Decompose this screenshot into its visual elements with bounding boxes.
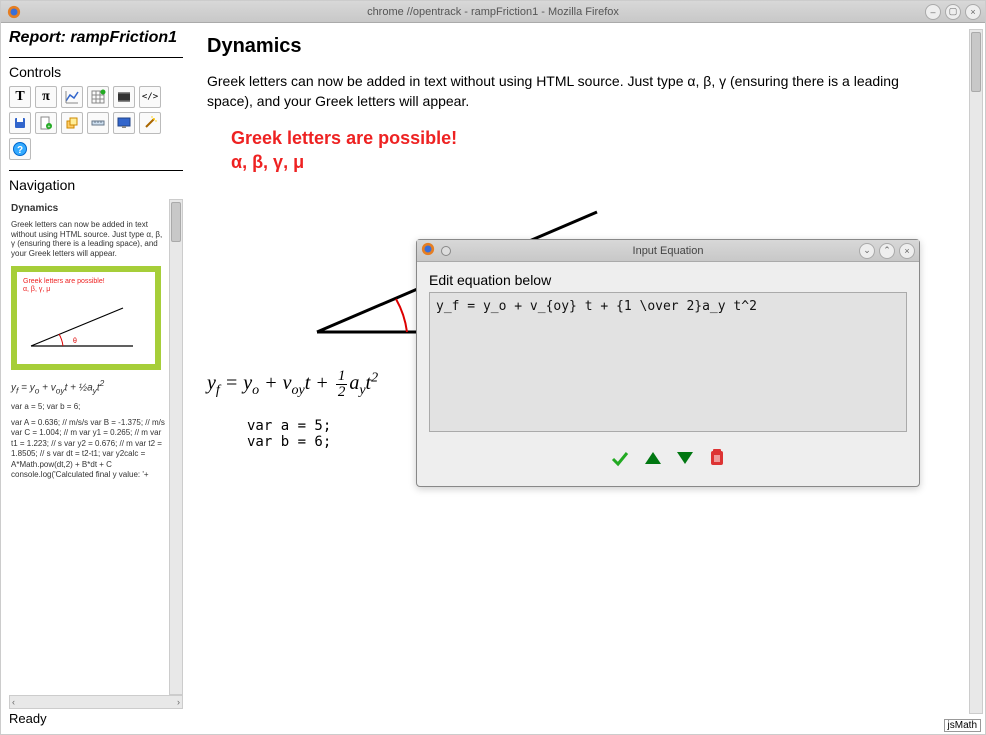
move-up-button[interactable] <box>643 449 663 472</box>
code-tool-icon[interactable]: </> <box>139 86 161 108</box>
help-tool-icon[interactable]: ? <box>9 138 31 160</box>
table-tool-icon[interactable] <box>87 86 109 108</box>
nav-thumbnail[interactable]: Greek letters are possible! α, β, γ, μ θ <box>11 266 161 370</box>
delete-button[interactable] <box>708 447 726 472</box>
nav-doc-text: Greek letters can now be added in text w… <box>11 220 167 258</box>
sidebar: Report: rampFriction1 Controls T π </> +… <box>1 23 191 734</box>
ruler-tool-icon[interactable] <box>87 112 109 134</box>
svg-text:+: + <box>48 124 51 130</box>
save-tool-icon[interactable] <box>9 112 31 134</box>
svg-text:θ: θ <box>73 338 77 345</box>
window-titlebar: chrome //opentrack - rampFriction1 - Moz… <box>1 1 985 23</box>
status-text: Ready <box>9 709 183 728</box>
toolbar: T π </> + ? <box>9 86 169 160</box>
layers-tool-icon[interactable] <box>61 112 83 134</box>
new-doc-tool-icon[interactable]: + <box>35 112 57 134</box>
main-vertical-scrollbar[interactable] <box>969 29 983 714</box>
navigation-pane[interactable]: Dynamics Greek letters can now be added … <box>9 199 169 695</box>
nav-code-2: var A = 0.636; // m/s/s var B = -1.375; … <box>11 418 167 480</box>
dialog-indicator-icon <box>441 246 451 256</box>
jsmath-badge[interactable]: jsMath <box>944 719 981 732</box>
window-close-button[interactable]: × <box>965 4 981 20</box>
video-tool-icon[interactable] <box>113 86 135 108</box>
firefox-icon <box>7 5 21 19</box>
dialog-minimize-button[interactable]: ⌄ <box>859 243 875 259</box>
report-title: Report: rampFriction1 <box>9 29 183 47</box>
input-equation-dialog: Input Equation ⌄ ⌃ × Edit equation below <box>416 239 920 487</box>
pi-tool-icon[interactable]: π <box>35 86 57 108</box>
controls-heading: Controls <box>9 64 183 80</box>
window-maximize-button[interactable]: ▢ <box>945 4 961 20</box>
text-tool-icon[interactable]: T <box>9 86 31 108</box>
nav-equation: yf = yo + voyt + ½ayt2 <box>11 378 167 395</box>
firefox-icon <box>421 242 435 259</box>
nav-vertical-scrollbar[interactable] <box>169 199 183 695</box>
move-down-button[interactable] <box>675 449 695 472</box>
dialog-titlebar[interactable]: Input Equation ⌄ ⌃ × <box>417 240 919 262</box>
intro-paragraph: Greek letters can now be added in text w… <box>207 72 907 111</box>
nav-doc-title: Dynamics <box>11 203 167 214</box>
nav-horizontal-scrollbar[interactable]: ‹› <box>9 695 183 709</box>
wand-tool-icon[interactable] <box>139 112 161 134</box>
monitor-tool-icon[interactable] <box>113 112 135 134</box>
dialog-title: Input Equation <box>633 245 704 257</box>
page-heading: Dynamics <box>207 35 965 58</box>
window-title: chrome //opentrack - rampFriction1 - Moz… <box>367 6 619 18</box>
equation-input[interactable] <box>429 292 907 432</box>
window-minimize-button[interactable]: – <box>925 4 941 20</box>
accept-button[interactable] <box>610 449 630 472</box>
chart-tool-icon[interactable] <box>61 86 83 108</box>
nav-code-1: var a = 5; var b = 6; <box>11 402 167 412</box>
dialog-close-button[interactable]: × <box>899 243 915 259</box>
callout-text: Greek letters are possible! α, β, γ, μ <box>231 127 965 174</box>
dialog-label: Edit equation below <box>429 272 907 288</box>
svg-text:?: ? <box>17 145 23 156</box>
dialog-maximize-button[interactable]: ⌃ <box>879 243 895 259</box>
navigation-heading: Navigation <box>9 177 183 193</box>
